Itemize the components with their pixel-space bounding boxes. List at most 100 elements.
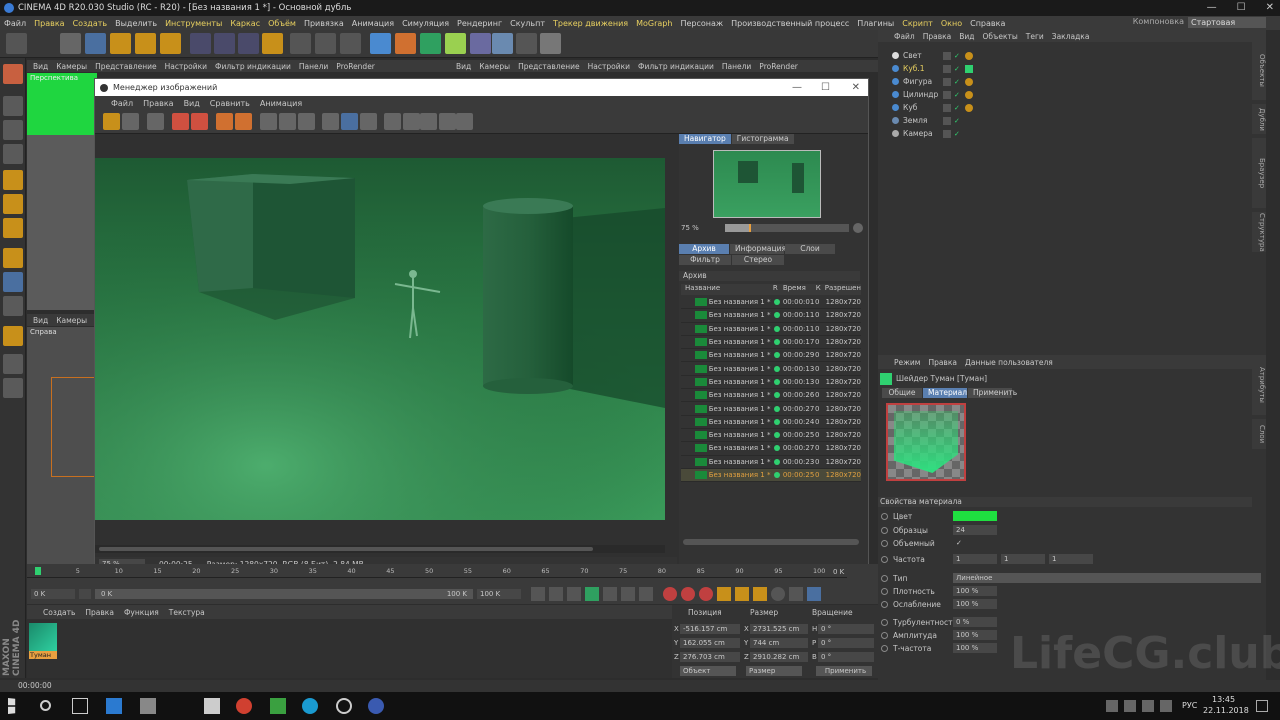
im-menu-view[interactable]: Вид — [184, 99, 200, 108]
tweak-mode-icon[interactable] — [3, 272, 23, 292]
visibility-icon[interactable] — [943, 77, 951, 86]
archive-scrollbar[interactable] — [683, 539, 859, 545]
frequency-field[interactable]: 1 — [1001, 554, 1045, 564]
size-z-field[interactable]: 2910.282 cm — [750, 652, 808, 662]
animate-bullet-icon[interactable] — [881, 555, 888, 563]
layout-select[interactable]: Стартовая — [1188, 17, 1266, 28]
im-menu-file[interactable]: Файл — [111, 99, 133, 108]
om-menu-bookmarks[interactable]: Закладка — [1052, 32, 1090, 41]
timeline-icon[interactable] — [807, 587, 821, 601]
close-icon[interactable]: ✕ — [1266, 0, 1274, 16]
animate-bullet-icon[interactable] — [881, 512, 888, 520]
timeline-playhead[interactable] — [35, 567, 41, 575]
om-menu-tags[interactable]: Теги — [1026, 32, 1044, 41]
col-time[interactable]: Время — [783, 284, 816, 295]
mode-icon[interactable] — [3, 64, 23, 84]
object-row[interactable]: Земля ✓ — [878, 114, 998, 127]
vp2-menu-options[interactable]: Настройки — [588, 62, 630, 71]
right-vp-menu-cameras[interactable]: Камеры — [56, 316, 87, 325]
archive-row[interactable]: Без названия 1 * 00:00:11 0 1280x720 — [681, 309, 861, 323]
archive-row[interactable]: Без названия 1 * 00:00:24 0 1280x720 — [681, 416, 861, 429]
menu-file[interactable]: Файл — [4, 19, 26, 28]
side-tab-attributes[interactable]: Атрибуты — [1252, 355, 1266, 415]
archive-row[interactable]: Без названия 1 * 00:00:11 0 1280x720 — [681, 323, 861, 336]
tab-filter[interactable]: Фильтр — [679, 255, 731, 265]
volume-icon[interactable] — [1142, 700, 1154, 712]
menu-help[interactable]: Справка — [970, 19, 1005, 28]
render-icon[interactable] — [191, 113, 208, 130]
lock-workplane-icon[interactable] — [3, 326, 23, 346]
vp2-menu-cameras[interactable]: Камеры — [479, 62, 510, 71]
notifications-icon[interactable] — [1256, 700, 1268, 712]
model-mode-icon[interactable] — [3, 96, 23, 116]
compare-icon[interactable] — [341, 113, 358, 130]
visibility-icon[interactable] — [943, 51, 951, 60]
range-slider[interactable]: 0 K 100 K — [95, 589, 473, 599]
vp-menu-options[interactable]: Настройки — [165, 62, 207, 71]
camera-icon[interactable] — [516, 33, 537, 54]
vp-menu-prorender[interactable]: ProRender — [336, 62, 375, 71]
am-menu-userdata[interactable]: Данные пользователя — [965, 358, 1053, 367]
prev-key-icon[interactable] — [549, 587, 563, 601]
menu-tools[interactable]: Инструменты — [165, 19, 222, 28]
store-icon[interactable] — [140, 698, 156, 714]
tray-icon[interactable] — [1124, 700, 1136, 712]
tag-icon[interactable] — [965, 64, 973, 73]
array-icon[interactable] — [445, 33, 466, 54]
play-icon[interactable] — [585, 587, 599, 601]
animate-bullet-icon[interactable] — [881, 574, 888, 582]
menu-plugins[interactable]: Плагины — [857, 19, 894, 28]
z-axis-icon[interactable] — [238, 33, 259, 54]
navigator-zoom[interactable]: 75 % — [681, 224, 721, 232]
right-vp-menu-view[interactable]: Вид — [33, 316, 48, 325]
animate-bullet-icon[interactable] — [881, 644, 888, 652]
floor-icon[interactable] — [492, 33, 513, 54]
vp2-menu-panel[interactable]: Панели — [722, 62, 751, 71]
visibility-icon[interactable] — [943, 90, 951, 99]
property-value[interactable]: 24 — [953, 525, 997, 535]
perspective-viewport[interactable]: Перспектива — [27, 73, 97, 135]
key-rotation-icon[interactable] — [753, 587, 767, 601]
rotate-tool-icon[interactable] — [135, 33, 156, 54]
key-pla-icon[interactable] — [789, 587, 803, 601]
a-compare-icon[interactable] — [384, 113, 401, 130]
archive-row[interactable]: Без названия 1 * 00:00:29 0 1280x720 — [681, 349, 861, 363]
prev-frame-icon[interactable] — [567, 587, 581, 601]
timeline-ruler[interactable]: 0510152025303540455055606570758085909510… — [27, 564, 847, 578]
next-frame-icon[interactable] — [603, 587, 617, 601]
property-value[interactable]: 100 % — [953, 643, 997, 653]
object-row[interactable]: Куб.1 ✓ — [878, 62, 998, 75]
archive-row[interactable]: Без названия 1 * 00:00:13 0 1280x720 — [681, 376, 861, 390]
maximize-icon[interactable]: ☐ — [1237, 0, 1246, 16]
search-icon[interactable] — [40, 700, 51, 711]
animate-bullet-icon[interactable] — [881, 618, 888, 626]
texture-mode-icon[interactable] — [3, 120, 23, 140]
vp2-menu-display[interactable]: Представление — [518, 62, 580, 71]
archive-row[interactable]: Без названия 1 * 00:00:17 0 1280x720 — [681, 336, 861, 350]
menu-animate[interactable]: Анимация — [352, 19, 394, 28]
animate-bullet-icon[interactable] — [881, 526, 888, 534]
obs-icon[interactable] — [336, 698, 352, 714]
tag-icon[interactable] — [965, 103, 973, 112]
enabled-check-icon[interactable]: ✓ — [954, 104, 962, 112]
property-value[interactable] — [953, 511, 997, 521]
b-compare-icon[interactable] — [403, 113, 420, 130]
object-row[interactable]: Цилиндр ✓ — [878, 88, 998, 101]
tab-info[interactable]: Информация — [730, 244, 786, 254]
menu-script[interactable]: Скрипт — [902, 19, 933, 28]
render-scrollbar[interactable] — [95, 545, 665, 553]
menu-render[interactable]: Рендеринг — [457, 19, 502, 28]
visibility-icon[interactable] — [943, 129, 951, 138]
tab-archive[interactable]: Архив — [679, 244, 729, 254]
grid-view-icon[interactable] — [147, 113, 164, 130]
im-maximize-icon[interactable]: ☐ — [821, 79, 830, 96]
vp2-menu-prorender[interactable]: ProRender — [759, 62, 798, 71]
minimize-icon[interactable]: — — [1207, 0, 1217, 16]
clock-date[interactable]: 22.11.2018 — [1203, 706, 1249, 715]
world-coords-icon[interactable] — [262, 33, 283, 54]
zoom-slider[interactable] — [725, 224, 849, 232]
menu-mograph[interactable]: MoGraph — [636, 19, 672, 28]
chrome-icon[interactable] — [236, 698, 252, 714]
stop-render-icon[interactable] — [216, 113, 233, 130]
start-frame-field[interactable]: 0 K — [31, 589, 75, 599]
